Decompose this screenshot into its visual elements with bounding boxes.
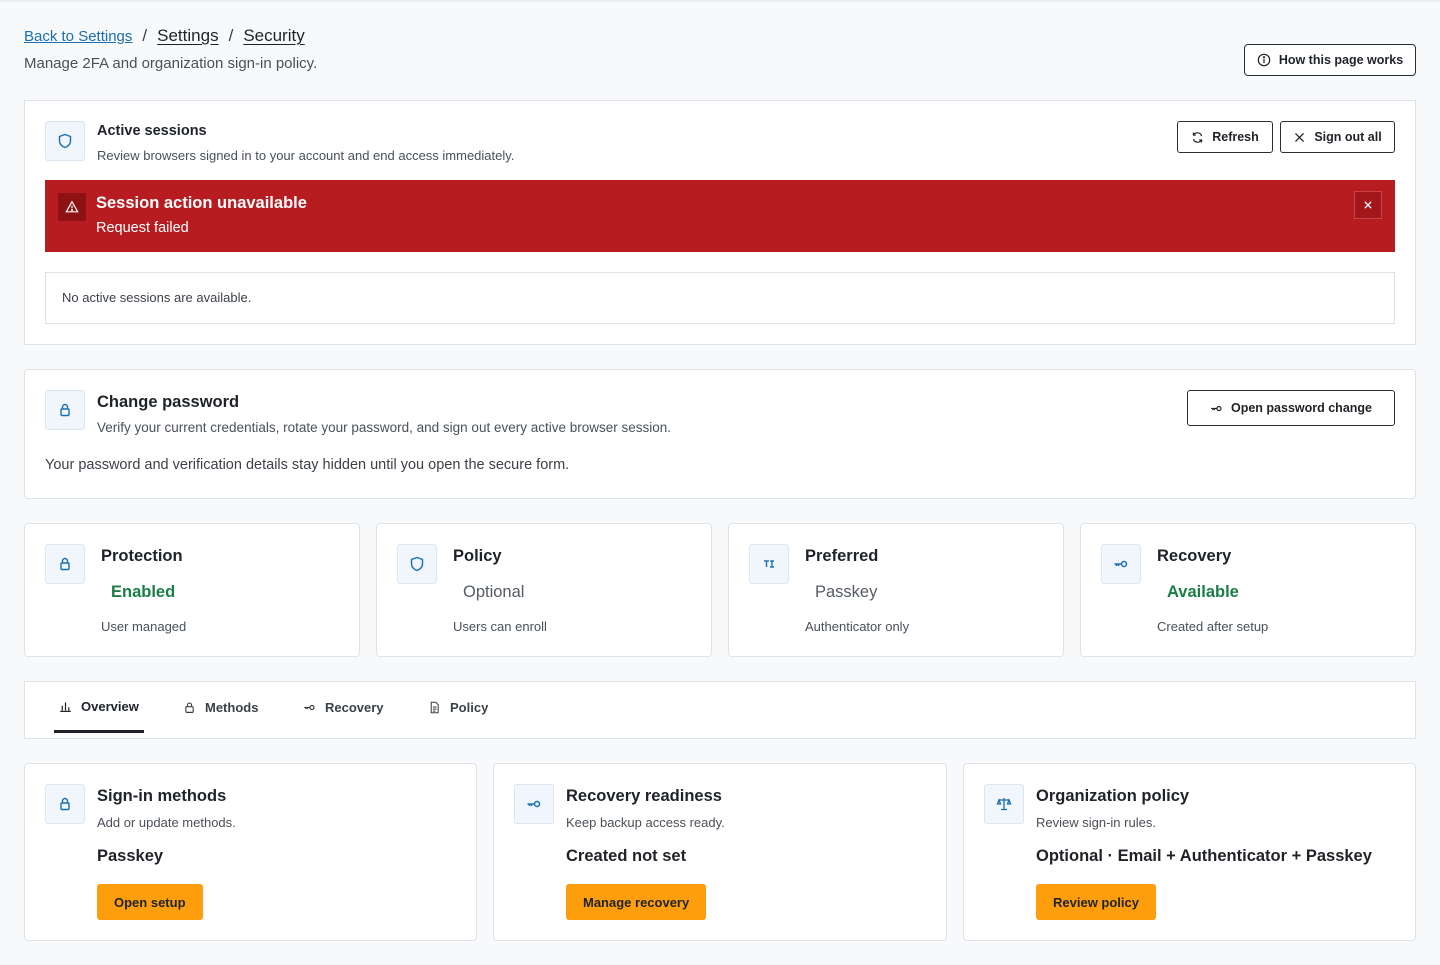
feature-description: Review sign-in rules. — [1036, 815, 1156, 830]
info-icon — [1257, 53, 1271, 67]
stat-label: Recovery — [1157, 547, 1232, 565]
lock-icon — [185, 702, 194, 713]
feature-value: Optional · Email + Authenticator + Passk… — [1036, 847, 1372, 865]
sign-out-all-label: Sign out all — [1314, 130, 1382, 144]
password-description: Verify your current credentials, rotate … — [97, 420, 672, 435]
key-icon — [1211, 405, 1222, 411]
feature-title: Organization policy — [1036, 787, 1190, 805]
open-password-change-button[interactable]: Open password change — [1187, 390, 1395, 426]
tab-label: Methods — [205, 700, 259, 715]
document-icon — [430, 701, 439, 714]
stat-label: Preferred — [805, 547, 879, 565]
feature-description: Keep backup access ready. — [566, 815, 725, 830]
feature-card-organization-policy: Organization policy Review sign-in rules… — [963, 763, 1416, 941]
breadcrumb: Back to Settings / Settings / Security — [24, 26, 305, 46]
tab-overview[interactable]: Overview — [54, 682, 144, 733]
refresh-icon — [1193, 131, 1203, 143]
tab-methods[interactable]: Methods — [183, 682, 258, 733]
feature-card-recovery-readiness: Recovery readiness Keep backup access re… — [493, 763, 947, 941]
sign-out-all-button[interactable]: Sign out all — [1280, 121, 1395, 153]
refresh-button[interactable]: Refresh — [1177, 121, 1273, 153]
tab-recovery[interactable]: Recovery — [303, 682, 384, 733]
feature-description: Add or update methods. — [97, 815, 236, 830]
stat-label: Protection — [101, 547, 183, 565]
tab-label: Policy — [450, 700, 489, 715]
stat-value: Passkey — [815, 583, 878, 601]
close-icon — [1295, 132, 1305, 142]
shield-icon — [45, 121, 85, 161]
stat-value: Optional — [463, 583, 525, 601]
how-page-works-label: How this page works — [1278, 53, 1404, 67]
refresh-label: Refresh — [1212, 130, 1259, 144]
tab-policy[interactable]: Policy — [428, 682, 488, 733]
alert-title: Session action unavailable — [96, 194, 307, 212]
stat-label: Policy — [453, 547, 502, 565]
feature-card-sign-in-methods: Sign-in methods Add or update methods. P… — [24, 763, 477, 941]
breadcrumb-security: Security — [243, 26, 305, 45]
alert-message: Request failed — [96, 220, 189, 236]
password-title: Change password — [97, 393, 240, 411]
open-setup-button[interactable]: Open setup — [97, 884, 203, 920]
how-page-works-button[interactable]: How this page works — [1244, 44, 1416, 76]
shield-icon — [397, 544, 437, 584]
breadcrumb-separator: / — [228, 26, 234, 45]
sessions-title: Active sessions — [97, 123, 207, 139]
top-border — [0, 0, 1440, 2]
page-subtitle: Manage 2FA and organization sign-in poli… — [24, 55, 318, 72]
lock-icon — [45, 390, 85, 430]
stat-subtext: User managed — [101, 619, 187, 634]
tab-bar: Overview Methods Recovery Policy — [24, 681, 1416, 739]
stat-subtext: Authenticator only — [805, 619, 910, 634]
close-icon — [1364, 201, 1372, 209]
passkey-icon — [749, 544, 789, 584]
key-icon — [304, 704, 315, 711]
stat-subtext: Users can enroll — [453, 619, 547, 634]
feature-title: Recovery readiness — [566, 787, 722, 805]
lock-icon — [45, 544, 85, 584]
manage-recovery-button[interactable]: Manage recovery — [566, 884, 707, 920]
empty-sessions-message: No active sessions are available. — [45, 272, 1395, 324]
key-icon — [1101, 544, 1141, 584]
tab-label: Overview — [81, 698, 139, 714]
feature-value: Passkey — [97, 847, 164, 865]
stat-card-recovery: Recovery Available Created after setup — [1080, 523, 1416, 657]
feature-value: Created not set — [566, 847, 687, 865]
review-policy-button[interactable]: Review policy — [1036, 884, 1156, 920]
chart-icon — [60, 701, 71, 712]
stat-subtext: Created after setup — [1157, 619, 1269, 634]
lock-icon — [45, 784, 85, 824]
error-alert: Session action unavailable Request faile… — [45, 180, 1395, 252]
scale-icon — [984, 784, 1024, 824]
key-icon — [514, 784, 554, 824]
breadcrumb-separator: / — [142, 26, 148, 45]
stat-value: Available — [1167, 583, 1239, 601]
change-password-card: Change password Verify your current cred… — [24, 369, 1416, 499]
stat-card-policy: Policy Optional Users can enroll — [376, 523, 712, 657]
dismiss-alert-button[interactable] — [1354, 191, 1382, 219]
stat-card-protection: Protection Enabled User managed — [24, 523, 360, 657]
back-to-settings-link[interactable]: Back to Settings — [24, 28, 132, 45]
stat-card-preferred: Preferred Passkey Authenticator only — [728, 523, 1064, 657]
sessions-description: Review browsers signed in to your accoun… — [97, 148, 515, 163]
warning-icon — [58, 193, 86, 221]
feature-title: Sign-in methods — [97, 787, 227, 805]
active-sessions-card: Active sessions Review browsers signed i… — [24, 100, 1416, 345]
open-password-change-label: Open password change — [1230, 401, 1372, 415]
password-note: Your password and verification details s… — [45, 457, 570, 473]
stat-value: Enabled — [111, 583, 176, 601]
tab-label: Recovery — [325, 700, 384, 715]
breadcrumb-settings[interactable]: Settings — [157, 26, 218, 46]
